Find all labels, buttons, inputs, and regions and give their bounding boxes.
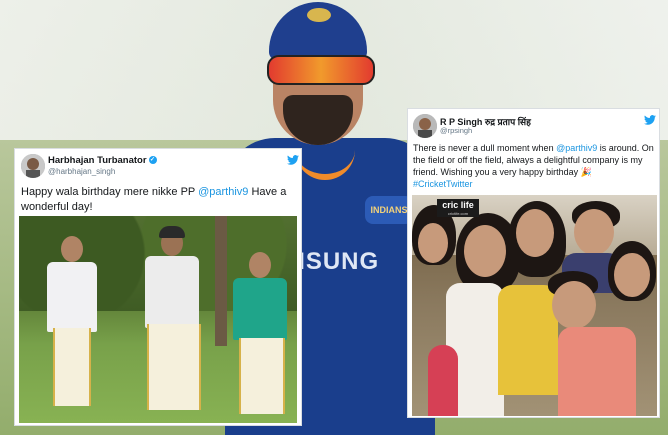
tweet-card-rpsingh[interactable]: R P Singh रुद्र प्रताप सिंह @rpsingh The… xyxy=(407,108,660,418)
hashtag-link[interactable]: #CricketTwitter xyxy=(413,179,473,189)
player-sunglasses xyxy=(267,55,375,85)
jersey-badge: INDIANS xyxy=(365,196,413,224)
twitter-bird-icon[interactable] xyxy=(644,115,656,125)
tweet-author-name[interactable]: Harbhajan Turbanator ✓ xyxy=(48,155,157,166)
twitter-bird-icon[interactable] xyxy=(287,155,299,165)
cap-logo xyxy=(307,8,331,22)
tweet-text: There is never a dull moment when @parth… xyxy=(413,143,654,189)
party-emoji-icon: 🎉 xyxy=(580,167,592,177)
avatar[interactable] xyxy=(21,154,45,178)
mention-link[interactable]: @parthiv9 xyxy=(198,186,248,198)
tweet-author-handle[interactable]: @rpsingh xyxy=(440,126,472,135)
avatar[interactable] xyxy=(413,114,437,138)
tweet-photo[interactable] xyxy=(19,216,297,423)
tweet-photo[interactable]: cric life crictife.com xyxy=(412,195,657,416)
verified-badge-icon: ✓ xyxy=(148,156,157,165)
mention-link[interactable]: @parthiv9 xyxy=(556,143,597,153)
cric-life-watermark: cric life crictife.com xyxy=(437,199,479,217)
tweet-text: Happy wala birthday mere nikke PP @parth… xyxy=(21,186,287,213)
photo-tree-trunk xyxy=(215,216,227,346)
tweet-author-handle[interactable]: @harbhajan_singh xyxy=(48,167,115,176)
player-cap xyxy=(269,2,367,60)
tweet-card-harbhajan[interactable]: Harbhajan Turbanator ✓ @harbhajan_singh H… xyxy=(14,148,302,426)
